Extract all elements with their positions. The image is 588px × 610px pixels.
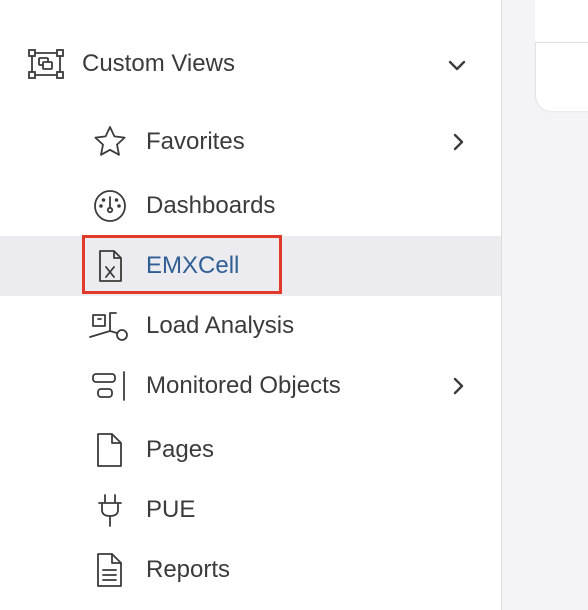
sidebar-item-label: Load Analysis bbox=[146, 312, 295, 339]
page-icon bbox=[88, 433, 132, 467]
plug-icon bbox=[88, 493, 132, 527]
sidebar-item-label: Favorites bbox=[146, 128, 245, 155]
sidebar-item-reports[interactable]: Reports bbox=[0, 540, 501, 600]
sidebar-item-dashboards[interactable]: Dashboards bbox=[0, 176, 501, 236]
dashboard-gauge-icon bbox=[88, 189, 132, 223]
monitored-objects-icon bbox=[88, 369, 132, 403]
content-card-header bbox=[535, 0, 588, 43]
sidebar-item-favorites[interactable]: Favorites bbox=[0, 112, 501, 172]
load-analysis-icon bbox=[88, 309, 132, 343]
sidebar-item-pue[interactable]: PUE bbox=[0, 480, 501, 540]
sidebar-item-pages[interactable]: Pages bbox=[0, 420, 501, 480]
sidebar-item-label: EMXCell bbox=[146, 252, 240, 279]
custom-views-section-header[interactable]: Custom Views bbox=[0, 34, 501, 94]
sidebar-item-monitored-objects[interactable]: Monitored Objects bbox=[0, 356, 501, 416]
sidebar-item-label: Monitored Objects bbox=[146, 372, 341, 399]
custom-views-icon bbox=[28, 49, 64, 79]
content-card bbox=[535, 43, 588, 111]
chevron-right-icon[interactable] bbox=[448, 375, 468, 397]
sidebar-item-label: Pages bbox=[146, 436, 215, 463]
content-pane bbox=[502, 0, 588, 610]
sidebar-item-load-analysis[interactable]: Load Analysis bbox=[0, 296, 501, 356]
sidebar-item-emxcell[interactable]: EMXCell bbox=[0, 236, 501, 296]
sidebar-item-label: Dashboards bbox=[146, 192, 276, 219]
report-icon bbox=[88, 553, 132, 587]
sidebar-item-label: PUE bbox=[146, 496, 196, 523]
sidebar-item-label: Reports bbox=[146, 556, 231, 583]
chevron-down-icon[interactable] bbox=[446, 54, 468, 76]
chevron-right-icon[interactable] bbox=[448, 131, 468, 153]
section-label: Custom Views bbox=[82, 50, 235, 77]
sidebar: Custom Views Favorites Dashboards EMXCel… bbox=[0, 0, 502, 610]
star-icon bbox=[88, 125, 132, 159]
excel-file-icon bbox=[88, 249, 132, 283]
